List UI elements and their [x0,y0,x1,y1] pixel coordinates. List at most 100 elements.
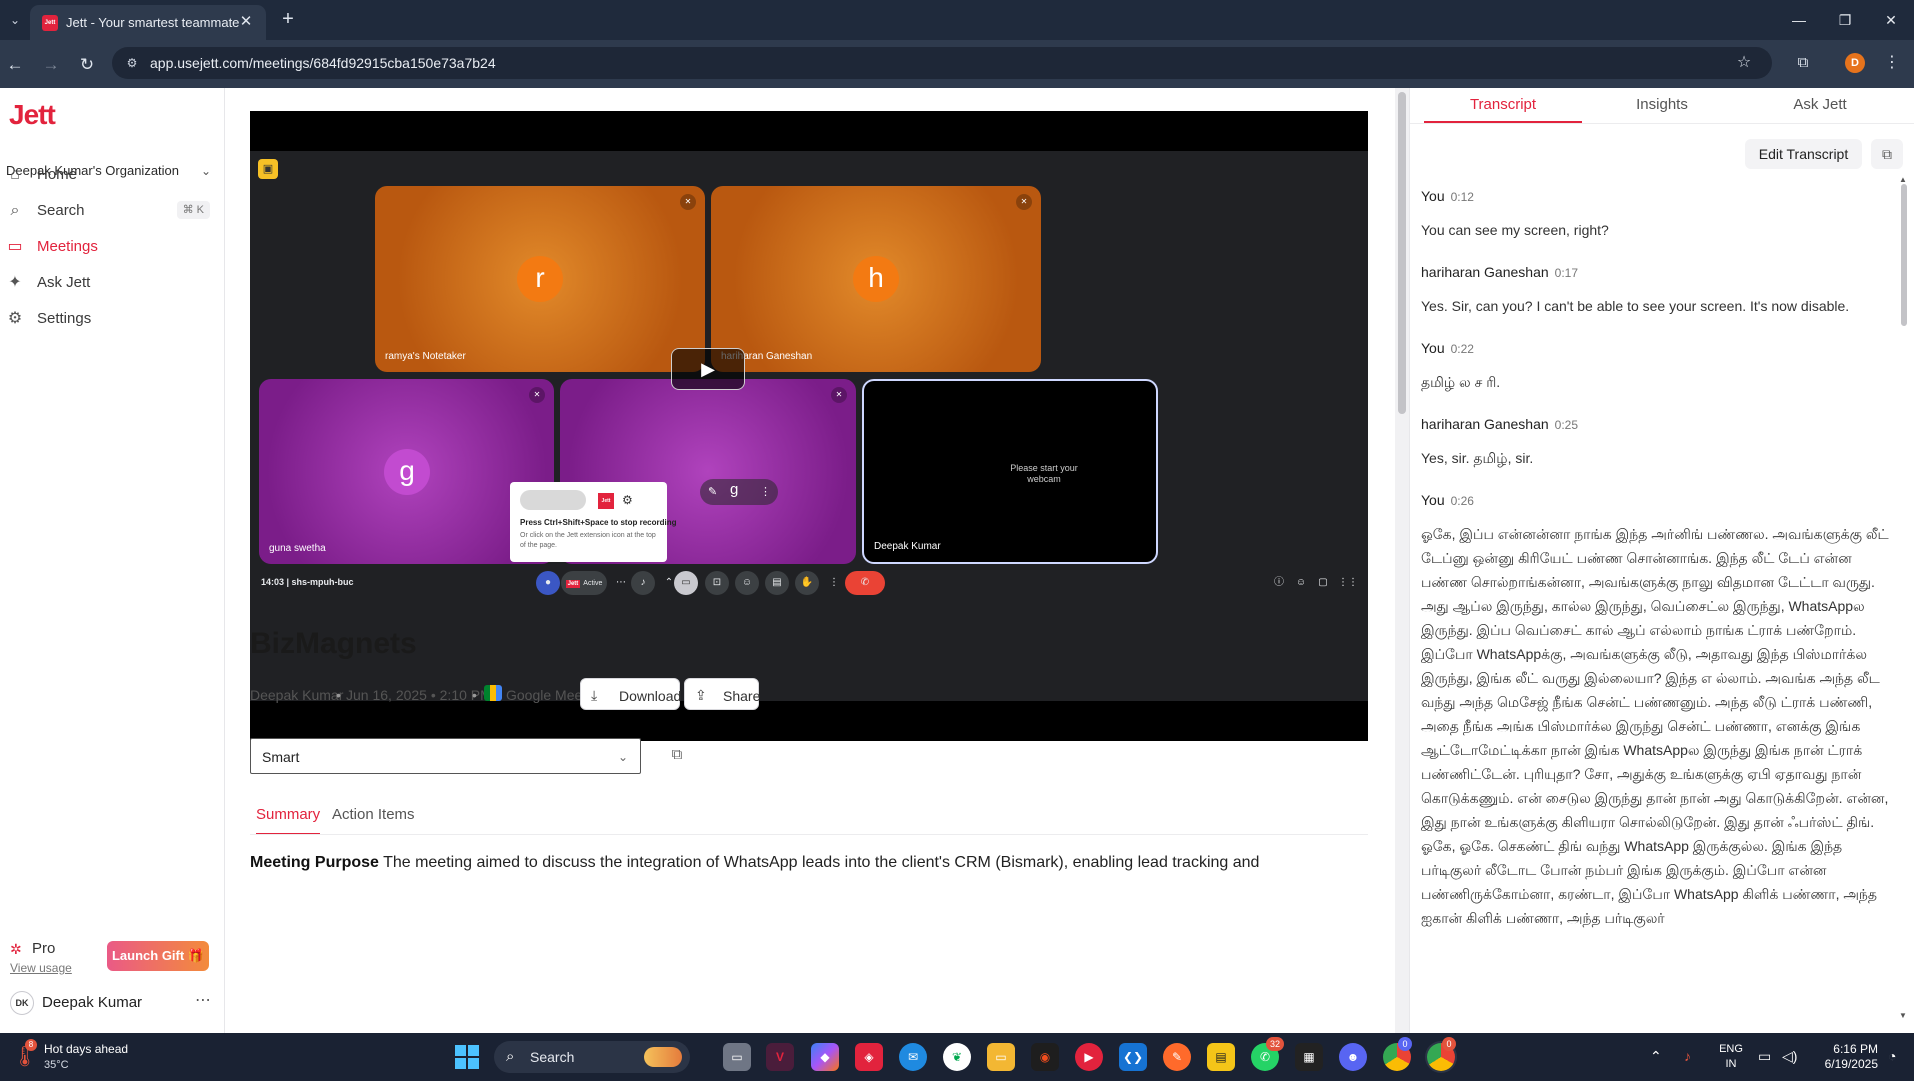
recording-player[interactable]: ▣ ✕ r ramya's Notetaker ✕ h hariharan Ga… [250,111,1368,741]
sidebar-item-ask-jett[interactable]: ✦ Ask Jett [4,266,214,300]
profile-avatar[interactable]: D [1845,53,1865,73]
timestamp[interactable]: 0:22 [1451,342,1474,356]
copilot-icon[interactable]: ◆ [811,1043,839,1071]
whatsapp-badge: 32 [1266,1037,1284,1051]
tab-action-items[interactable]: Action Items [332,797,415,835]
chevron-up-icon[interactable]: ⌃ [1650,1047,1662,1065]
chrome-profile-badge: 0 [1398,1037,1412,1051]
leaf-app-icon[interactable]: ❦ [943,1043,971,1071]
tab-summary[interactable]: Summary [256,797,321,835]
vscode-icon[interactable]: ❮❯ [1119,1043,1147,1071]
media-app-icon[interactable]: ▶ [1075,1043,1103,1071]
sparkle-icon: ✦ [8,274,22,291]
windows-start-icon[interactable] [455,1045,479,1069]
meeting-platform: Google Meet [506,687,587,703]
sidebar-item-meetings[interactable]: ▭ Meetings [4,230,214,264]
sidebar-item-home[interactable]: ⌂ Home [4,158,214,192]
reload-icon[interactable]: ↻ [74,52,100,78]
volume-icon[interactable]: ◁) [1782,1047,1797,1065]
hand-icon: ✋ [795,571,819,595]
main-scrollbar[interactable] [1395,88,1409,1033]
timestamp[interactable]: 0:26 [1451,494,1474,508]
jett-logo[interactable]: Jett [9,98,56,132]
system-clock[interactable]: 6:16 PM 6/19/2025 [1808,1042,1878,1072]
tab-ask-jett[interactable]: Ask Jett [1741,88,1899,123]
weather-title[interactable]: Hot days ahead [44,1042,128,1056]
template-select[interactable]: Smart ⌄ [250,738,641,774]
more-icon[interactable]: ⋯ [195,992,211,1010]
scrollbar-thumb[interactable] [1398,92,1406,414]
speaker-name: hariharan Ganeshan [1421,416,1549,432]
participant-tile: ✕ h hariharan Ganeshan [711,186,1041,372]
terminal-icon[interactable]: ▦ [1295,1043,1323,1071]
mic-off-icon: ✕ [831,387,847,403]
anydesk-icon[interactable]: ◈ [855,1043,883,1071]
window-close-icon[interactable]: ✕ [1874,8,1908,32]
chat-app-icon[interactable]: ✉ [899,1043,927,1071]
view-usage-link[interactable]: View usage [10,961,72,975]
launch-gift-button[interactable]: Launch Gift 🎁 [107,941,209,971]
discord-icon[interactable]: ☻ [1339,1043,1367,1071]
separator: • [472,687,477,703]
clock-date: 6/19/2025 [1824,1057,1878,1071]
sidebar-item-settings[interactable]: ⚙ Settings [4,302,214,336]
tab-insights[interactable]: Insights [1583,88,1741,123]
transcript-text: ஓகே, இப்ப என்னன்னா நாங்க இந்த அர்னிங் பண… [1421,526,1889,926]
figma-icon[interactable]: ◉ [1031,1043,1059,1071]
notification-bell-icon[interactable]: ◔ [1888,1047,1896,1065]
copy-icon[interactable]: ⧉ [665,743,689,767]
copy-icon[interactable]: ⧉ [1871,139,1903,169]
user-menu[interactable]: DK Deepak Kumar ⋯ [10,988,215,1018]
address-bar[interactable]: ⚙ app.usejett.com/meetings/684fd92915cba… [112,47,1772,79]
browser-tab-jett[interactable]: Jett Jett - Your smartest teammate ✕ [30,5,266,40]
timestamp[interactable]: 0:25 [1555,418,1578,432]
jett-logo: Jett [598,493,614,509]
scroll-up-icon[interactable]: ▲ [1899,176,1907,184]
sidebar-item-search[interactable]: ⌕ Search ⌘ K [4,194,214,228]
language-indicator[interactable]: ENG IN [1716,1042,1746,1072]
sidebar-item-label: Ask Jett [37,274,91,291]
play-button[interactable]: ▶ [671,348,745,390]
kebab-icon[interactable]: ⋮ [1882,52,1902,74]
tab-transcript[interactable]: Transcript [1424,88,1582,123]
sidebar-item-label: Search [37,202,85,219]
mic-off-icon: ✕ [1016,194,1032,210]
postman-icon[interactable]: ✎ [1163,1043,1191,1071]
network-icon[interactable]: ▭ [1758,1047,1771,1065]
page-title: BizMagnets [250,627,417,660]
close-icon[interactable]: ✕ [236,12,256,32]
camera-icon: ▭ [674,571,698,595]
edit-transcript-button[interactable]: Edit Transcript [1745,139,1862,169]
file-explorer-icon[interactable]: ▭ [987,1043,1015,1071]
record-dot-icon: ● [536,571,560,595]
scroll-down-icon[interactable]: ▼ [1899,1012,1907,1020]
taskbar-search[interactable]: ⌕ Search [494,1041,690,1073]
jett-active-badge: Jett Active [561,571,607,595]
scrollbar-thumb[interactable] [1901,184,1907,326]
mic-icon[interactable]: ♪ [1684,1047,1691,1065]
participant-avatar: g [384,449,430,495]
user-name: Deepak Kumar [42,994,143,1011]
notes-app-icon[interactable]: ▤ [1207,1043,1235,1071]
recording-icon: ▣ [258,159,278,179]
extensions-icon[interactable]: ⧉ [1792,52,1814,74]
forward-icon[interactable]: → [38,52,64,78]
back-icon[interactable]: ← [2,52,28,78]
restore-icon[interactable]: ❐ [1828,8,1862,32]
timestamp[interactable]: 0:12 [1451,190,1474,204]
minimize-icon[interactable]: — [1782,8,1816,32]
timestamp[interactable]: 0:17 [1555,266,1578,280]
tab-list-icon[interactable]: ⌄ [4,8,26,32]
transcript-scrollbar[interactable]: ▲ ▼ [1898,176,1910,1021]
weather-badge: 8 [25,1039,37,1051]
popup-subtitle: Or click on the Jett extension icon at t… [520,532,656,549]
plus-icon[interactable]: + [276,8,300,32]
lang-top: ENG [1719,1043,1743,1055]
download-button[interactable]: ⤓ Download [580,678,681,710]
star-icon[interactable]: ☆ [1734,53,1754,73]
participant-tile: ✕ r ramya's Notetaker [375,186,705,372]
app-v-icon[interactable]: V [766,1043,794,1071]
task-view-icon[interactable]: ▭ [723,1043,751,1071]
share-button[interactable]: ⇪ Share [684,678,760,710]
site-info-icon[interactable]: ⚙ [124,55,140,71]
